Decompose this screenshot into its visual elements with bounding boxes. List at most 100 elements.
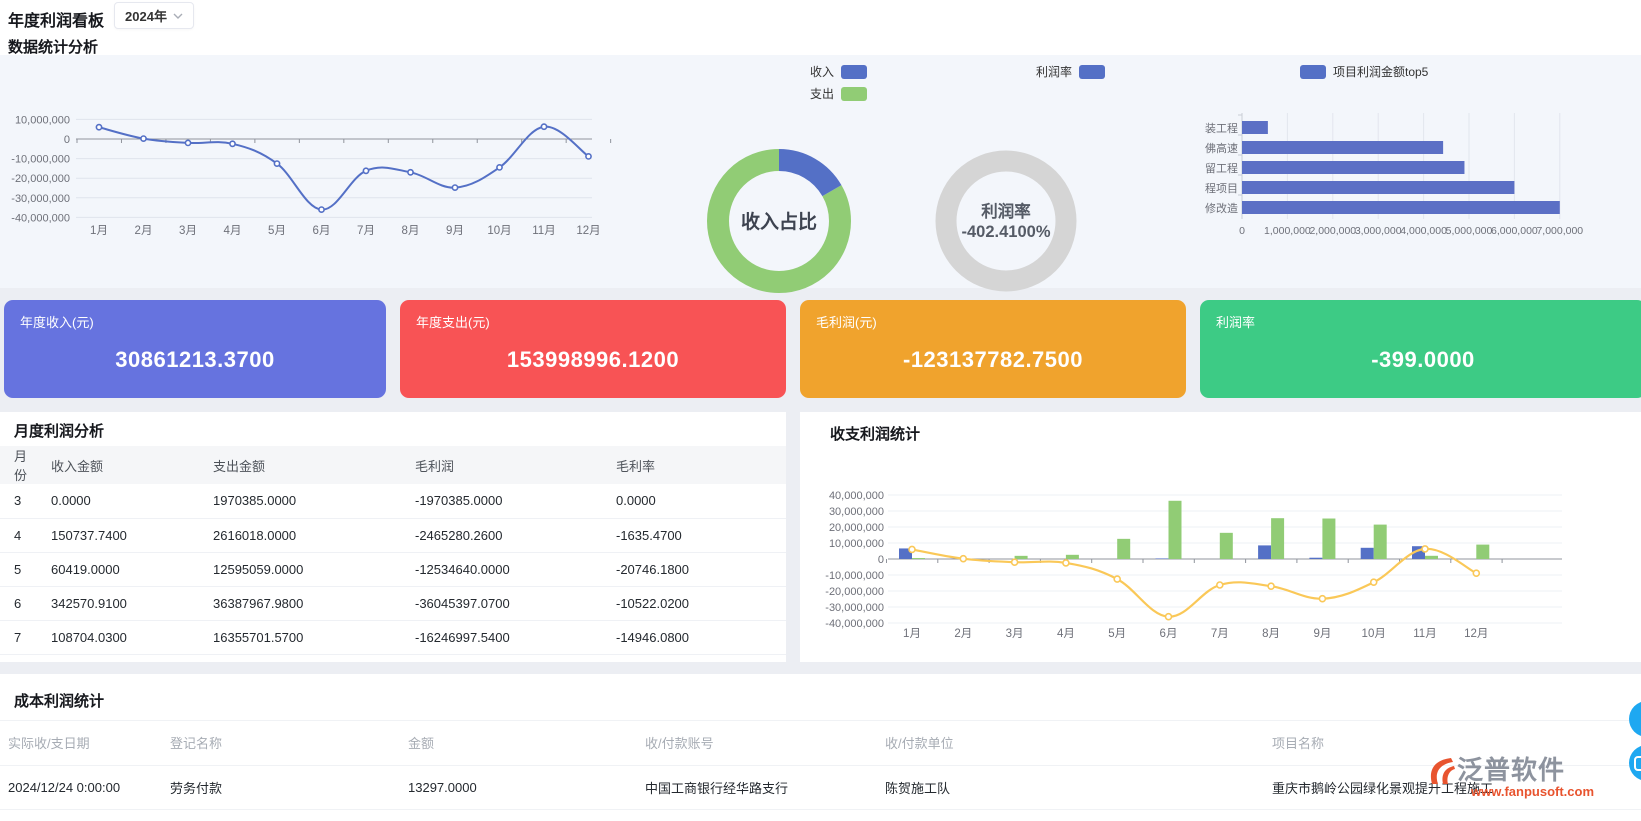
table-cell: 60419.0000 bbox=[45, 552, 207, 586]
table-cell: 2024/12/24 0:00:00 bbox=[0, 765, 162, 809]
svg-text:0: 0 bbox=[878, 554, 884, 566]
cost-profit-table: 实际收/支日期登记名称金额收/付款账号收/付款单位项目名称2024/12/24 … bbox=[0, 721, 1641, 810]
kpi-card-annual-income: 年度收入(元) 30861213.3700 bbox=[4, 300, 386, 398]
svg-text:3,000,000: 3,000,000 bbox=[1355, 225, 1402, 237]
svg-text:1,000,000: 1,000,000 bbox=[1264, 225, 1311, 237]
table-cell: 1970385.0000 bbox=[207, 484, 409, 518]
monthly-profit-panel: 月度利润分析 月份收入金额支出金额毛利润毛利率30.00001970385.00… bbox=[0, 412, 786, 662]
svg-text:利润率: 利润率 bbox=[981, 201, 1031, 221]
table-cell: 陈贺施工队 bbox=[877, 765, 1264, 809]
svg-text:6,000,000: 6,000,000 bbox=[1491, 225, 1538, 237]
kpi-value: 30861213.3700 bbox=[20, 347, 370, 373]
svg-text:5月: 5月 bbox=[1108, 628, 1126, 640]
svg-text:9月: 9月 bbox=[446, 225, 464, 237]
svg-text:收入占比: 收入占比 bbox=[741, 210, 817, 233]
table-cell: -2465280.2600 bbox=[409, 518, 610, 552]
svg-text:2月: 2月 bbox=[954, 628, 972, 640]
monthly-profit-table: 月份收入金额支出金额毛利润毛利率30.00001970385.0000-1970… bbox=[0, 446, 786, 655]
column-header: 收/付款账号 bbox=[637, 721, 877, 765]
svg-text:佛高速: 佛高速 bbox=[1205, 141, 1238, 155]
kpi-value: -123137782.7500 bbox=[816, 347, 1170, 373]
monthly-profit-title: 月度利润分析 bbox=[14, 420, 104, 441]
table-cell: -10522.0200 bbox=[610, 586, 786, 620]
legend-swatch bbox=[841, 87, 867, 101]
svg-text:7月: 7月 bbox=[357, 225, 375, 237]
svg-text:4月: 4月 bbox=[1057, 628, 1075, 640]
table-cell: 3 bbox=[0, 484, 45, 518]
legend-label: 利润率 bbox=[1036, 63, 1072, 80]
cost-profit-title: 成本利润统计 bbox=[14, 690, 104, 711]
table-header-row: 月份收入金额支出金额毛利润毛利率 bbox=[0, 446, 786, 484]
table-row: 2024/12/24 0:00:00劳务付款13297.0000中国工商银行经华… bbox=[0, 765, 1641, 809]
svg-text:5月: 5月 bbox=[268, 225, 286, 237]
svg-text:40,000,000: 40,000,000 bbox=[829, 490, 884, 502]
legend-item[interactable]: 项目利润金额top5 bbox=[1300, 64, 1428, 79]
svg-text:30,000,000: 30,000,000 bbox=[829, 506, 884, 518]
legend-label: 项目利润金额top5 bbox=[1333, 63, 1428, 80]
svg-text:2,000,000: 2,000,000 bbox=[1309, 225, 1356, 237]
table-cell: 劳务付款 bbox=[162, 765, 400, 809]
svg-text:0: 0 bbox=[64, 134, 70, 146]
table-cell: 2616018.0000 bbox=[207, 518, 409, 552]
svg-text:留工程: 留工程 bbox=[1205, 162, 1238, 175]
table-row: 560419.000012595059.0000-12534640.0000-2… bbox=[0, 552, 786, 586]
svg-text:程项目: 程项目 bbox=[1205, 182, 1238, 195]
svg-text:7月: 7月 bbox=[1211, 628, 1229, 640]
table-cell: -20746.1800 bbox=[610, 552, 786, 586]
barh-chart-svg: 01,000,0002,000,0003,000,0004,000,0005,0… bbox=[1140, 107, 1610, 247]
table-row: 4150737.74002616018.0000-2465280.2600-16… bbox=[0, 518, 786, 552]
svg-text:-10,000,000: -10,000,000 bbox=[825, 570, 884, 582]
svg-text:9月: 9月 bbox=[1313, 628, 1331, 640]
svg-text:-402.4100%: -402.4100% bbox=[962, 223, 1051, 241]
cost-profit-panel: 成本利润统计 实际收/支日期登记名称金额收/付款账号收/付款单位项目名称2024… bbox=[0, 674, 1641, 821]
legend-label: 收入 bbox=[810, 63, 834, 80]
annual-profit-dashboard: 年度利润看板 2024年 数据统计分析 10,000,0000-10,000,0… bbox=[0, 0, 1641, 821]
kpi-label: 年度支出(元) bbox=[416, 312, 770, 331]
svg-text:-20,000,000: -20,000,000 bbox=[825, 586, 884, 598]
column-header: 月份 bbox=[0, 446, 45, 484]
column-header: 登记名称 bbox=[162, 721, 400, 765]
chevron-down-icon bbox=[173, 13, 183, 19]
svg-text:2月: 2月 bbox=[135, 225, 153, 237]
table-cell: 108704.0300 bbox=[45, 620, 207, 654]
table-cell: 5 bbox=[0, 552, 45, 586]
legend-item[interactable]: 支出 bbox=[810, 86, 867, 101]
column-header: 收/付款单位 bbox=[877, 721, 1264, 765]
kpi-label: 年度收入(元) bbox=[20, 312, 370, 331]
legend-swatch bbox=[841, 65, 867, 79]
table-cell: 12595059.0000 bbox=[207, 552, 409, 586]
chat-icon bbox=[1634, 756, 1641, 771]
svg-text:装工程: 装工程 bbox=[1205, 122, 1238, 135]
line-chart-svg: 10,000,0000-10,000,000-20,000,000-30,000… bbox=[0, 55, 660, 287]
svg-text:-40,000,000: -40,000,000 bbox=[11, 212, 70, 224]
table-cell: -1970385.0000 bbox=[409, 484, 610, 518]
column-header: 支出金额 bbox=[207, 446, 409, 484]
kpi-cards-row: 年度收入(元) 30861213.3700 年度支出(元) 153998996.… bbox=[0, 300, 1641, 398]
svg-text:11月: 11月 bbox=[1413, 628, 1436, 640]
income-share-legend: 收入支出 bbox=[810, 64, 867, 108]
kpi-value: 153998996.1200 bbox=[416, 347, 770, 373]
donut-chart-svg: 利润率 -402.4100% bbox=[920, 135, 1092, 307]
svg-text:10,000,000: 10,000,000 bbox=[15, 114, 70, 126]
kpi-value: -399.0000 bbox=[1216, 347, 1630, 373]
svg-text:11月: 11月 bbox=[532, 225, 555, 237]
section-title-stats: 数据统计分析 bbox=[8, 36, 98, 57]
legend-item[interactable]: 收入 bbox=[810, 64, 867, 79]
donut-chart-svg: 收入占比 bbox=[693, 135, 865, 307]
table-cell: -14946.0800 bbox=[610, 620, 786, 654]
income-expense-chart: 40,000,00030,000,00020,000,00010,000,000… bbox=[800, 432, 1641, 665]
svg-text:-30,000,000: -30,000,000 bbox=[825, 602, 884, 614]
project-top5-legend: 项目利润金额top5 bbox=[1300, 64, 1428, 86]
table-cell: 7 bbox=[0, 620, 45, 654]
year-select-value: 2024年 bbox=[125, 6, 167, 25]
svg-text:10月: 10月 bbox=[1362, 628, 1386, 640]
monthly-profit-line-chart: 10,000,0000-10,000,000-20,000,000-30,000… bbox=[0, 55, 660, 292]
table-cell: -36045397.0700 bbox=[409, 586, 610, 620]
table-cell: -12534640.0000 bbox=[409, 552, 610, 586]
table-cell: -1635.4700 bbox=[610, 518, 786, 552]
year-select[interactable]: 2024年 bbox=[114, 2, 194, 29]
svg-text:-20,000,000: -20,000,000 bbox=[11, 173, 70, 185]
legend-swatch bbox=[1079, 65, 1105, 79]
legend-item[interactable]: 利润率 bbox=[1036, 64, 1105, 79]
kpi-card-annual-expense: 年度支出(元) 153998996.1200 bbox=[400, 300, 786, 398]
